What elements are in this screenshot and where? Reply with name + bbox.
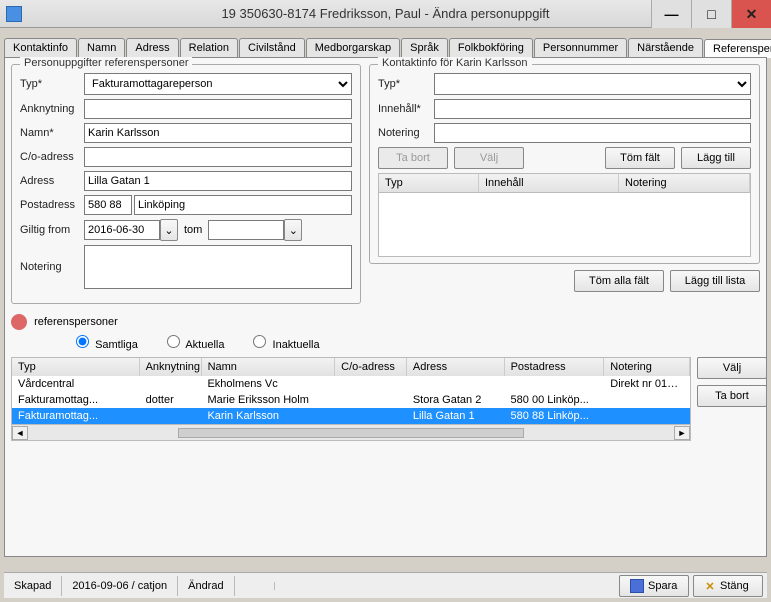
tab-civilstånd[interactable]: Civilstånd	[239, 38, 305, 57]
tab-närstående[interactable]: Närstående	[628, 38, 703, 57]
label-adress: Adress	[20, 175, 84, 187]
tom-alla-falt-button[interactable]: Töm alla fält	[574, 270, 664, 292]
tab-språk[interactable]: Språk	[401, 38, 448, 57]
radio-aktuella[interactable]: Aktuella	[162, 332, 225, 351]
grid-ta-bort-button[interactable]: Ta bort	[697, 385, 767, 407]
col-adress[interactable]: Adress	[407, 358, 505, 376]
col-namn[interactable]: Namn	[202, 358, 336, 376]
tab-referensperson[interactable]: Referensperson	[704, 39, 771, 58]
tab-medborgarskap[interactable]: Medborgarskap	[306, 38, 400, 57]
col-anknytning[interactable]: Anknytning	[140, 358, 202, 376]
tom-falt-button[interactable]: Töm fält	[605, 147, 675, 169]
ref-heading: referenspersoner	[11, 314, 760, 330]
close-icon: ✕	[704, 580, 716, 592]
input-namn[interactable]	[84, 123, 352, 143]
lagg-till-lista-button[interactable]: Lägg till lista	[670, 270, 760, 292]
table-row[interactable]: Fakturamottag...Karin KarlssonLilla Gata…	[12, 408, 690, 424]
col-notering[interactable]: Notering	[604, 358, 690, 376]
radio-samtliga[interactable]: Samtliga	[71, 332, 138, 351]
title-bar: 19 350630-8174 Fredriksson, Paul - Ändra…	[0, 0, 771, 28]
input-post-zip[interactable]	[84, 195, 132, 215]
grid-hscrollbar[interactable]: ◄ ►	[11, 425, 691, 441]
select-typ[interactable]: Fakturamottagareperson	[84, 73, 352, 95]
col-typ[interactable]: Typ	[12, 358, 140, 376]
datepicker-from-button[interactable]: ⌄	[160, 219, 178, 241]
input-tom-date[interactable]	[208, 220, 284, 240]
th-innehall: Innehåll	[479, 174, 619, 192]
label-notering: Notering	[20, 261, 84, 273]
minimize-button[interactable]: —	[651, 0, 691, 28]
status-skapad-value: 2016-09-06 / catjon	[62, 576, 178, 596]
input-post-city[interactable]	[134, 195, 352, 215]
tab-adress[interactable]: Adress	[126, 38, 178, 57]
col-postadress[interactable]: Postadress	[505, 358, 605, 376]
valj-button[interactable]: Välj	[454, 147, 524, 169]
label-giltig-from: Giltig from	[20, 224, 84, 236]
kontakt-table-body[interactable]	[378, 193, 751, 257]
save-icon	[630, 579, 644, 593]
group-legend-kontakt: Kontaktinfo för Karin Karlsson	[378, 57, 532, 69]
ref-grid[interactable]: TypAnknytningNamnC/o-adressAdressPostadr…	[11, 357, 691, 425]
input-from-date[interactable]	[84, 220, 160, 240]
th-notering: Notering	[619, 174, 750, 192]
label-typ: Typ*	[20, 78, 84, 90]
scroll-thumb[interactable]	[178, 428, 524, 438]
tab-kontaktinfo[interactable]: Kontaktinfo	[4, 38, 77, 57]
grid-valj-button[interactable]: Välj	[697, 357, 767, 379]
tab-folkbokföring[interactable]: Folkbokföring	[449, 38, 533, 57]
radio-inaktuella[interactable]: Inaktuella	[248, 332, 319, 351]
col-c/o-adress[interactable]: C/o-adress	[335, 358, 407, 376]
status-andrad-value	[235, 582, 275, 590]
app-icon	[6, 6, 22, 22]
label-postadress: Postadress	[20, 199, 84, 211]
maximize-button[interactable]: □	[691, 0, 731, 28]
spara-button[interactable]: Spara	[619, 575, 689, 597]
close-button[interactable]: ✕	[731, 0, 771, 28]
label-anknytning: Anknytning	[20, 103, 84, 115]
status-andrad-label: Ändrad	[178, 576, 234, 596]
input-r-innehall[interactable]	[434, 99, 751, 119]
input-adress[interactable]	[84, 171, 352, 191]
input-r-notering[interactable]	[434, 123, 751, 143]
label-r-notering: Notering	[378, 127, 434, 139]
group-legend: Personuppgifter referenspersoner	[20, 57, 192, 69]
input-coadress[interactable]	[84, 147, 352, 167]
status-skapad-label: Skapad	[4, 576, 62, 596]
table-row[interactable]: VårdcentralEkholmens VcDirekt nr 010-1..…	[12, 376, 690, 392]
th-typ: Typ	[379, 174, 479, 192]
tab-page-referensperson: Personuppgifter referenspersoner Typ* Fa…	[4, 57, 767, 557]
input-anknytning[interactable]	[84, 99, 352, 119]
group-kontaktinfo: Kontaktinfo för Karin Karlsson Typ* Inne…	[369, 64, 760, 264]
stang-button[interactable]: ✕Stäng	[693, 575, 763, 597]
lagg-till-button[interactable]: Lägg till	[681, 147, 751, 169]
status-bar: Skapad 2016-09-06 / catjon Ändrad Spara …	[4, 572, 767, 598]
table-row[interactable]: Fakturamottag...dotterMarie Eriksson Hol…	[12, 392, 690, 408]
datepicker-tom-button[interactable]: ⌄	[284, 219, 302, 241]
label-coadress: C/o-adress	[20, 151, 84, 163]
input-notering[interactable]	[84, 245, 352, 289]
label-namn: Namn*	[20, 127, 84, 139]
label-tom: tom	[184, 224, 202, 236]
select-r-typ[interactable]	[434, 73, 751, 95]
tab-namn[interactable]: Namn	[78, 38, 125, 57]
group-personuppgifter: Personuppgifter referenspersoner Typ* Fa…	[11, 64, 361, 304]
label-r-innehall: Innehåll*	[378, 103, 434, 115]
tab-personnummer[interactable]: Personnummer	[534, 38, 627, 57]
people-icon	[11, 314, 27, 330]
tab-relation[interactable]: Relation	[180, 38, 238, 57]
kontakt-table-header: Typ Innehåll Notering	[378, 173, 751, 193]
scroll-right-icon[interactable]: ►	[674, 426, 690, 440]
window-title: 19 350630-8174 Fredriksson, Paul - Ändra…	[221, 6, 549, 21]
tab-strip: KontaktinfoNamnAdressRelationCivilståndM…	[0, 34, 771, 57]
ta-bort-button[interactable]: Ta bort	[378, 147, 448, 169]
label-r-typ: Typ*	[378, 78, 434, 90]
scroll-left-icon[interactable]: ◄	[12, 426, 28, 440]
